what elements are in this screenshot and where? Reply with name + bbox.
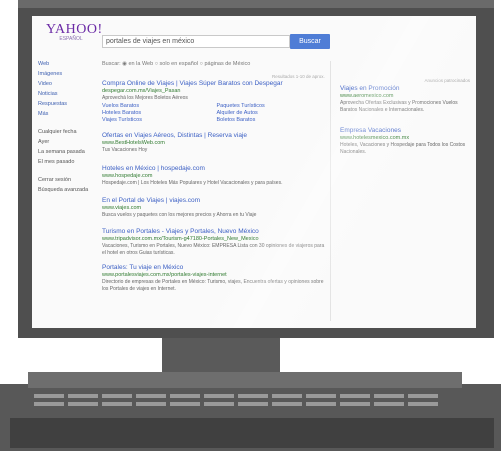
key <box>238 402 268 406</box>
result-url[interactable]: www.hospedaje.com <box>102 173 327 180</box>
sitelink[interactable]: Paquetes Turísticos <box>217 103 328 110</box>
result-title[interactable]: Compra Online de Viajes | Viajes Súper B… <box>102 80 327 88</box>
key <box>408 402 438 406</box>
result-sitelinks: Vuelos Baratos Paquetes Turísticos Hotel… <box>102 103 327 124</box>
result-item: Hoteles en México | hospedaje.com www.ho… <box>102 165 327 187</box>
keyboard-top <box>28 372 462 388</box>
sitelink[interactable]: Hoteles Baratos <box>102 110 213 117</box>
result-desc: Hospedaje.com | Los Hoteles Más Populare… <box>102 180 283 186</box>
search-input[interactable] <box>102 35 290 48</box>
sidebar-item-images[interactable]: Imágenes <box>38 69 92 79</box>
keyboard-key-row <box>34 402 438 406</box>
key <box>102 394 132 398</box>
key <box>102 402 132 406</box>
key <box>340 402 370 406</box>
sidebar-item-answers[interactable]: Respuestas <box>38 99 92 109</box>
sidebar-item-any-date[interactable]: Cualquier fecha <box>38 127 92 137</box>
search-button[interactable]: Buscar <box>290 34 330 49</box>
result-title[interactable]: Portales: Tu viaje en México <box>102 264 327 272</box>
result-item: Compra Online de Viajes | Viajes Súper B… <box>102 80 327 124</box>
key <box>272 402 302 406</box>
key <box>306 394 336 398</box>
ad-title[interactable]: Viajes en Promoción <box>340 85 470 93</box>
search-filter-options[interactable]: Buscar: ◉ en la Web ○ solo en español ○ … <box>102 61 250 67</box>
sitelink[interactable]: Vuelos Baratos <box>102 103 213 110</box>
logo-text: YAHOO! <box>46 22 103 37</box>
key <box>408 394 438 398</box>
result-url[interactable]: www.portalesviajes.com.mx/portales-viaje… <box>102 272 327 279</box>
key <box>136 402 166 406</box>
key <box>204 402 234 406</box>
sidebar-item-news[interactable]: Noticias <box>38 89 92 99</box>
result-item: Turismo en Portales - Viajes y Portales,… <box>102 228 327 256</box>
sidebar-item-more[interactable]: Más <box>38 109 92 119</box>
ad-url[interactable]: www.aeromexico.com <box>340 93 470 100</box>
monitor-frame: YAHOO! ESPAÑOL Buscar Buscar: ◉ en la We… <box>18 0 494 338</box>
result-title[interactable]: Ofertas en Viajes Aéreos, Distintas | Re… <box>102 132 327 140</box>
result-item: En el Portal de Viajes | viajes.com www.… <box>102 197 327 219</box>
sidebar-item-last-week[interactable]: La semana pasada <box>38 147 92 157</box>
keyboard-key-row <box>34 394 438 398</box>
sidebar-item-advanced-search[interactable]: Búsqueda avanzada <box>38 185 92 195</box>
sponsored-header: Anuncios patrocinados <box>424 78 470 83</box>
sidebar-item-last-month[interactable]: El mes pasado <box>38 157 92 167</box>
result-url[interactable]: www.viajes.com <box>102 205 327 212</box>
key <box>340 394 370 398</box>
key <box>34 394 64 398</box>
yahoo-logo[interactable]: YAHOO! ESPAÑOL <box>46 22 102 42</box>
ad-title[interactable]: Empresa Vacaciones <box>340 127 470 135</box>
ad-desc: Aprovecha Ofertas Exclusivas y Promocion… <box>340 100 458 113</box>
result-desc: Busca vuelos y paquetes con los mejores … <box>102 211 257 218</box>
result-desc: Vacaciones, Turismo en Portales, Nuevo M… <box>102 243 325 256</box>
sitelink[interactable]: Boletos Baratos <box>217 117 328 124</box>
results-count: Resultados 1-10 de aprox. <box>272 74 325 79</box>
sponsored-sidebar: Anuncios patrocinados Viajes en Promoció… <box>340 78 470 169</box>
sidebar-item-video[interactable]: Video <box>38 79 92 89</box>
results-list: Compra Online de Viajes | Viajes Súper B… <box>102 80 327 300</box>
key <box>238 394 268 398</box>
sitelink[interactable]: Viajes Turísticos <box>102 117 213 124</box>
key <box>136 394 166 398</box>
sidebar-item-signout[interactable]: Cerrar sesión <box>38 175 92 185</box>
monitor-bezel-top <box>18 0 494 8</box>
sidebar-item-yesterday[interactable]: Ayer <box>38 137 92 147</box>
key <box>272 394 302 398</box>
result-url[interactable]: www.tripadvisor.com.mx/Tourism-g47180-Po… <box>102 236 327 243</box>
keyboard-front <box>10 418 494 448</box>
key <box>34 402 64 406</box>
result-title[interactable]: En el Portal de Viajes | viajes.com <box>102 197 327 205</box>
result-desc: Tus Vacaciones Hoy <box>102 146 148 153</box>
result-item: Ofertas en Viajes Aéreos, Distintas | Re… <box>102 132 327 154</box>
result-url[interactable]: despegar.com.mx/Viajes_Pasan <box>102 88 327 95</box>
key <box>68 394 98 398</box>
result-title[interactable]: Turismo en Portales - Viajes y Portales,… <box>102 228 327 236</box>
key <box>68 402 98 406</box>
result-title[interactable]: Hoteles en México | hospedaje.com <box>102 165 327 173</box>
ad-desc: Hoteles, Vacaciones y Hospedaje para Tod… <box>340 142 466 155</box>
result-desc: Directorio de empresas de Portales en Mé… <box>102 279 324 292</box>
result-desc: Aprovechá los Mejores Boletos Aéreos <box>102 95 188 101</box>
result-item: Portales: Tu viaje en México www.portale… <box>102 264 327 292</box>
left-sidebar: Web Imágenes Video Noticias Respuestas M… <box>38 59 92 195</box>
sidebar-item-web[interactable]: Web <box>38 59 92 69</box>
browser-screen: YAHOO! ESPAÑOL Buscar Buscar: ◉ en la We… <box>32 16 476 328</box>
key <box>170 394 200 398</box>
key <box>204 394 234 398</box>
ad-item: Viajes en Promoción www.aeromexico.com A… <box>340 85 470 113</box>
ad-url[interactable]: www.hotelesmexico.com.mx <box>340 135 470 142</box>
sitelink[interactable]: Alquiler de Autos <box>217 110 328 117</box>
result-url[interactable]: www.BestHotelsWeb.com <box>102 140 327 147</box>
key <box>374 402 404 406</box>
key <box>170 402 200 406</box>
key <box>306 402 336 406</box>
key <box>374 394 404 398</box>
column-divider <box>330 61 331 321</box>
ad-item: Empresa Vacaciones www.hotelesmexico.com… <box>340 127 470 155</box>
